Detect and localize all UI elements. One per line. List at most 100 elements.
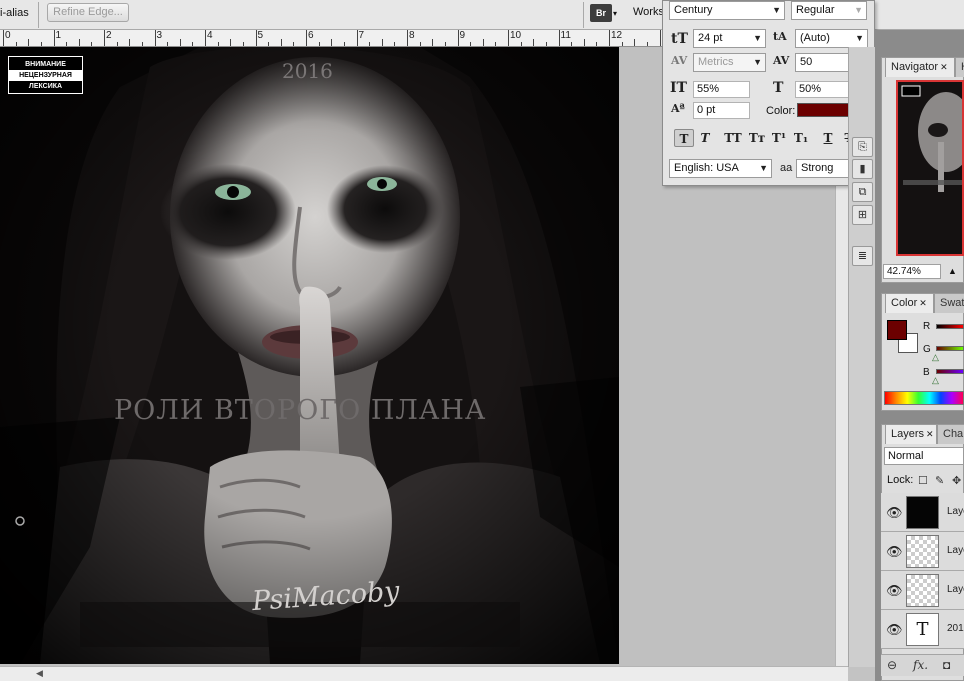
all-caps-button[interactable]: TT	[723, 129, 743, 147]
navigator-zoom-field[interactable]: 42.74%	[883, 264, 941, 279]
superscript-button[interactable]: T¹	[769, 129, 789, 147]
visibility-eye-icon[interactable]: 👁	[886, 544, 903, 560]
ruler-tick	[91, 42, 93, 46]
tab-histogram[interactable]: H	[955, 57, 964, 77]
artwork-canvas[interactable]: ВНИМАНИЕ НЕЦЕНЗУРНАЯ ЛЕКСИКА 2016 РОЛИ В…	[0, 47, 619, 664]
ruler-number: 7	[358, 30, 365, 41]
ruler-number: 0	[5, 30, 11, 41]
ruler-tick	[394, 42, 396, 46]
ruler-tick	[331, 39, 333, 46]
navigator-preview	[898, 82, 962, 254]
layer-row[interactable]: 👁 Layer	[881, 571, 964, 610]
tab-channels[interactable]: Cha	[937, 424, 964, 444]
add-mask-icon[interactable]: ◘	[943, 658, 950, 672]
visibility-eye-icon[interactable]: 👁	[886, 505, 903, 521]
link-layers-icon[interactable]: ⊖	[887, 658, 897, 672]
blend-mode-dropdown[interactable]: Normal	[884, 447, 964, 465]
tab-swatches[interactable]: Swatc	[934, 293, 964, 313]
color-label: Color:	[766, 105, 796, 117]
lock-position-icon[interactable]: ✥	[952, 474, 961, 487]
language-dropdown[interactable]: English: USA ▼	[669, 159, 772, 178]
kerning-dropdown[interactable]: Metrics ▼	[693, 53, 766, 72]
font-size-dropdown[interactable]: 24 pt ▼	[693, 29, 766, 48]
leading-value: (Auto)	[800, 32, 830, 44]
underline-button[interactable]: T	[818, 129, 838, 147]
ruler-tick	[508, 30, 509, 46]
actions-icon[interactable]: ▮	[852, 159, 873, 179]
close-icon[interactable]: ✕	[926, 429, 934, 439]
fx-icon[interactable]: fx.	[913, 658, 928, 672]
ruler-tick	[230, 39, 232, 46]
warning-line-1: ВНИМАНИЕ	[25, 61, 66, 68]
horizontal-scale-field[interactable]: 50%	[795, 81, 851, 98]
text-color-swatch[interactable]	[797, 103, 849, 117]
horizontal-scrollbar[interactable]: ◀	[0, 666, 848, 681]
clone-source-icon[interactable]: ⊞	[852, 205, 873, 225]
tab-navigator[interactable]: Navigator ✕	[885, 57, 955, 77]
ruler-tick	[495, 42, 497, 46]
lock-transparency-icon[interactable]: ☐	[918, 474, 928, 487]
subscript-button[interactable]: T₁	[791, 129, 811, 147]
font-family-dropdown[interactable]: Century ▼	[669, 1, 785, 20]
ruler-tick	[40, 42, 42, 46]
tab-layers[interactable]: Layers ✕	[885, 424, 937, 444]
album-year: 2016	[282, 59, 333, 83]
baseline-shift-field[interactable]: 0 pt	[693, 102, 750, 119]
ruler-tick	[306, 30, 307, 46]
layer-thumbnail	[906, 535, 939, 568]
visibility-eye-icon[interactable]: 👁	[886, 583, 903, 599]
ruler-tick	[129, 39, 131, 46]
foreground-color-swatch[interactable]	[887, 320, 907, 340]
tab-color[interactable]: Color ✕	[885, 293, 934, 313]
faux-bold-button[interactable]: T	[674, 129, 694, 147]
chevron-down-icon: ▼	[753, 57, 762, 67]
close-icon[interactable]: ✕	[940, 62, 948, 72]
channel-r-slider[interactable]	[936, 324, 964, 329]
baseline-shift-icon: Aª	[671, 102, 685, 115]
chevron-down-icon[interactable]: ▾	[613, 9, 617, 18]
layer-row[interactable]: 👁 T 2016	[881, 610, 964, 649]
faux-italic-button[interactable]: T	[695, 129, 715, 147]
ruler-tick	[343, 42, 345, 46]
layer-comps-icon[interactable]: ⧉	[852, 182, 873, 202]
tab-channels-label: Cha	[943, 428, 964, 440]
zoom-out-icon[interactable]: ▲	[948, 266, 957, 276]
font-size-value: 24 pt	[698, 32, 723, 44]
layer-name: 2016	[947, 623, 964, 634]
leading-dropdown[interactable]: (Auto) ▼	[795, 29, 868, 48]
ruler-tick	[558, 30, 560, 46]
workspace-label[interactable]: Works	[633, 6, 664, 18]
ruler-tick	[369, 42, 371, 46]
history-icon[interactable]: ⎘	[852, 137, 873, 157]
lock-label: Lock:	[887, 474, 914, 486]
bridge-icon[interactable]: Br	[590, 4, 612, 22]
layer-row[interactable]: 👁 Layer	[881, 532, 964, 571]
font-style-dropdown[interactable]: Regular ▼	[791, 1, 867, 20]
ruler-tick	[318, 42, 320, 46]
font-size-icon: tT	[671, 31, 688, 47]
ruler-tick	[571, 42, 573, 46]
chevron-down-icon: ▼	[759, 163, 768, 173]
close-icon[interactable]: ✕	[919, 298, 927, 308]
slider-handle-icon[interactable]: △	[932, 352, 939, 363]
visibility-eye-icon[interactable]: 👁	[886, 622, 903, 638]
refine-edge-button[interactable]: Refine Edge...	[47, 3, 129, 22]
ruler-number: 3	[156, 30, 163, 41]
navigator-thumbnail[interactable]	[896, 80, 964, 256]
lock-pixels-icon[interactable]: ✎	[935, 474, 944, 487]
color-spectrum-bar[interactable]	[884, 391, 964, 405]
vertical-scale-field[interactable]: 55%	[693, 81, 750, 98]
ruler-tick	[621, 42, 623, 46]
ruler-tick	[419, 42, 421, 46]
ruler-tick	[66, 42, 68, 46]
ruler-tick	[545, 42, 547, 46]
slider-handle-icon[interactable]: △	[932, 375, 939, 386]
small-caps-button[interactable]: Tт	[747, 129, 767, 147]
channel-g-slider[interactable]	[936, 346, 964, 351]
layer-row[interactable]: 👁 Layer	[881, 493, 964, 532]
scroll-left-icon[interactable]: ◀	[36, 668, 43, 679]
notes-icon[interactable]: ≣	[852, 246, 873, 266]
channel-b-slider[interactable]	[936, 369, 964, 374]
layers-footer: ⊖ fx. ◘	[881, 654, 964, 676]
ruler-tick	[432, 39, 434, 46]
